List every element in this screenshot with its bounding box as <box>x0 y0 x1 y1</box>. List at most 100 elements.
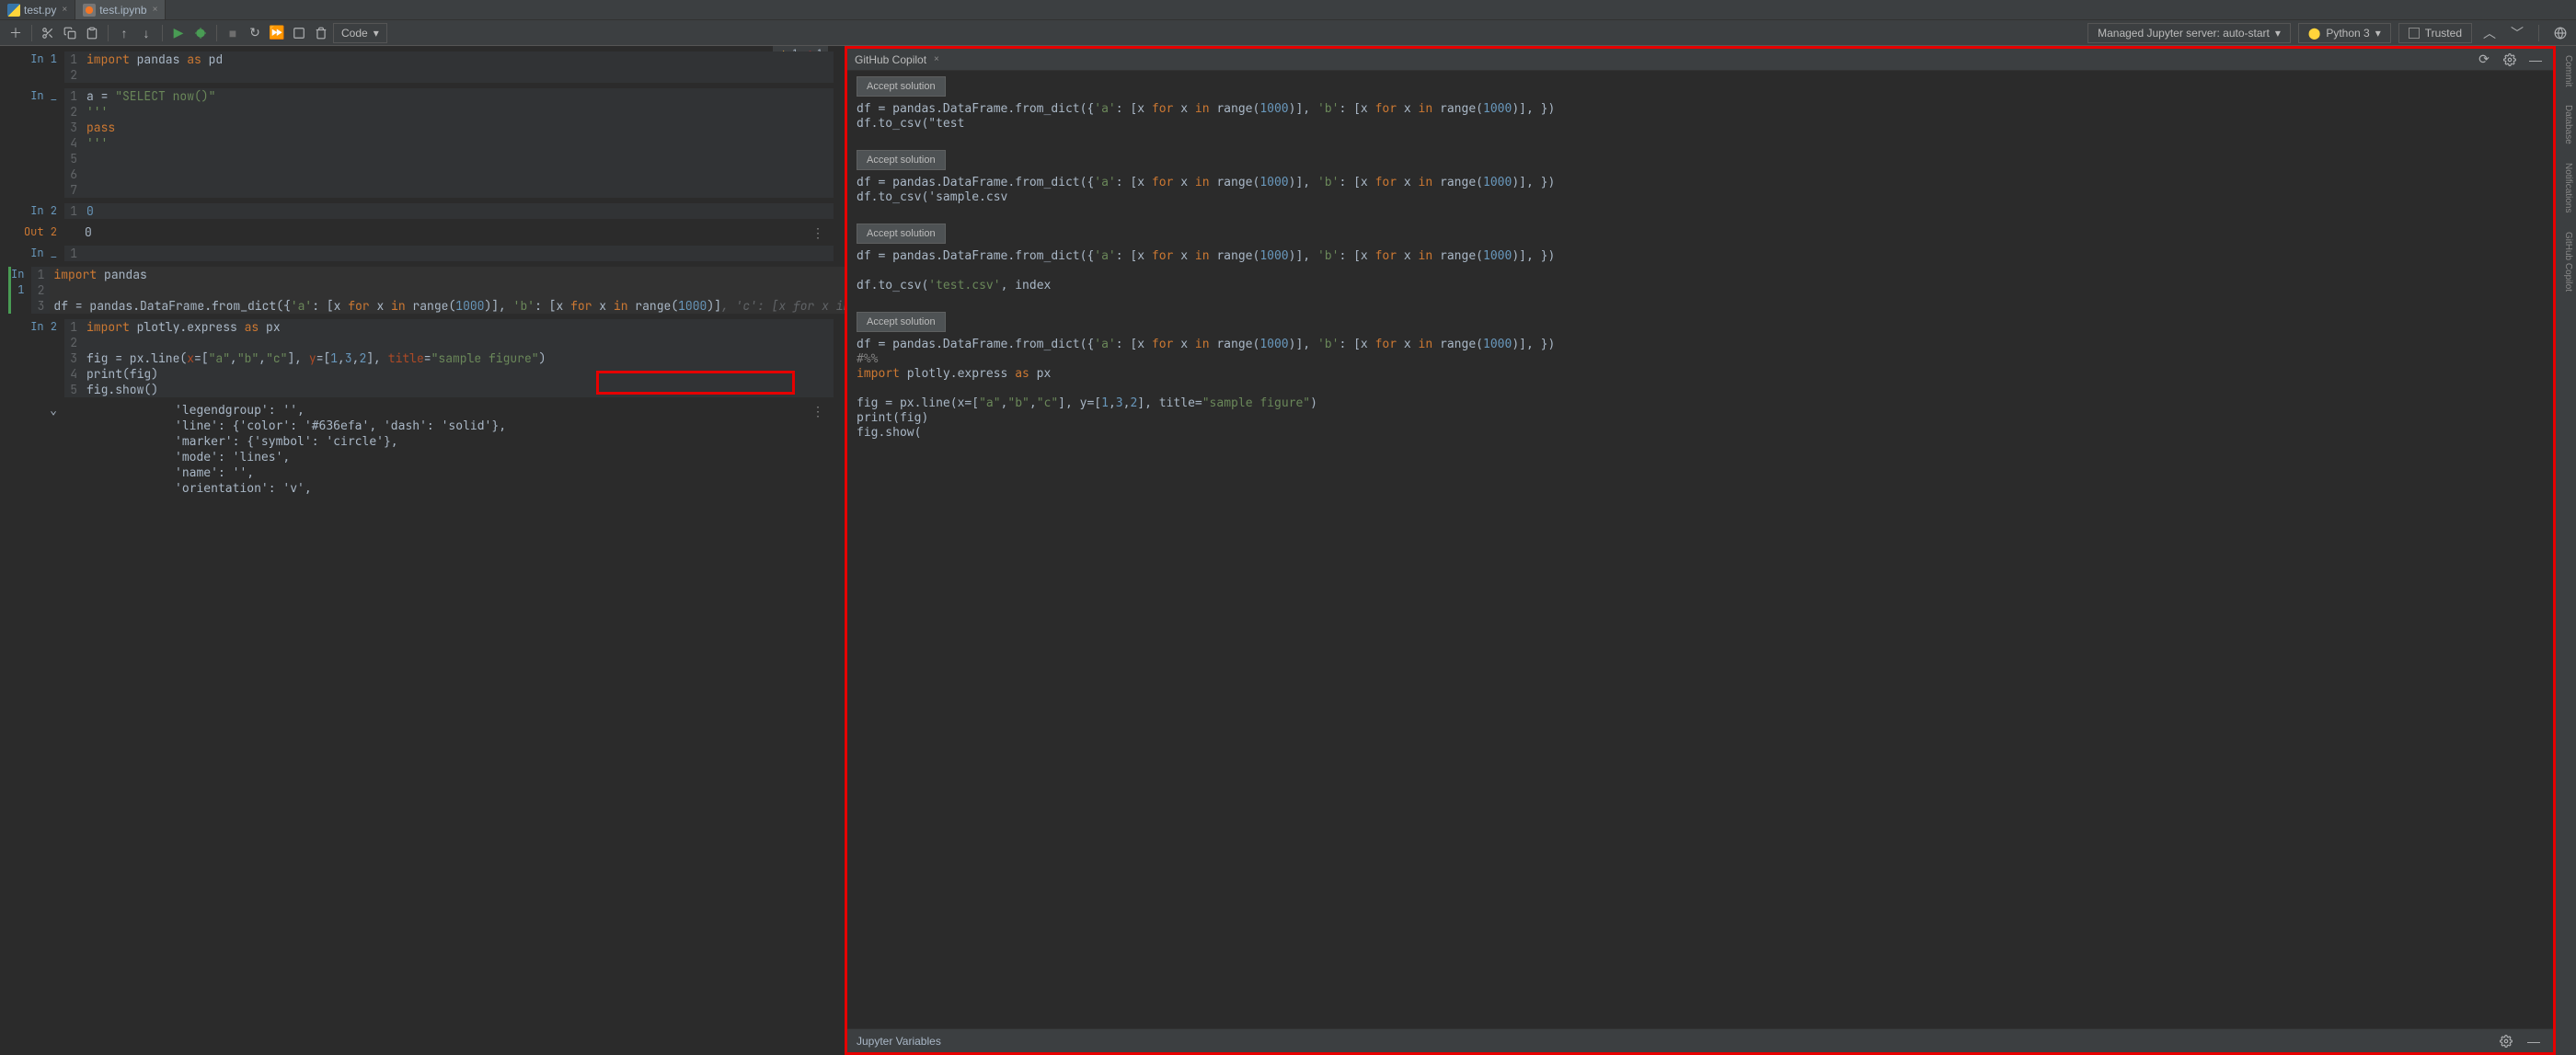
code-line[interactable]: pass <box>83 120 834 135</box>
line-number: 6 <box>64 166 83 182</box>
trusted-toggle[interactable]: Trusted <box>2398 23 2472 43</box>
copilot-solutions: Accept solution df = pandas.DataFrame.fro… <box>847 71 2553 1028</box>
cell-body[interactable]: 1 <box>64 246 834 261</box>
cell-type-dropdown[interactable]: Code ▾ <box>333 23 387 43</box>
more-actions-button[interactable]: ⋮ <box>811 226 824 242</box>
gear-icon[interactable] <box>2496 1031 2516 1051</box>
code-line[interactable]: import plotly.express as px <box>83 319 834 335</box>
tab-test-py[interactable]: test.py × <box>0 0 75 19</box>
editor-tabs: test.py × test.ipynb × <box>0 0 2576 20</box>
accept-solution-button[interactable]: Accept solution <box>857 150 946 170</box>
line-number: 3 <box>31 298 50 314</box>
cell-body[interactable]: 1import pandas as pd2 <box>64 52 834 83</box>
output-text: 0 <box>64 224 834 240</box>
code-cell[interactable]: In 11import pandas23df = pandas.DataFram… <box>8 267 834 314</box>
code-line[interactable] <box>83 246 834 261</box>
code-line[interactable]: print(fig) <box>83 366 834 382</box>
copilot-panel: GitHub Copilot × ⟳ — Accept solution df =… <box>845 46 2556 1055</box>
move-up-button[interactable]: ↑ <box>114 23 134 43</box>
accept-solution-button[interactable]: Accept solution <box>857 76 946 97</box>
move-down-button[interactable]: ↓ <box>136 23 156 43</box>
close-icon[interactable]: × <box>153 5 158 15</box>
variables-button[interactable] <box>289 23 309 43</box>
code-line[interactable]: ''' <box>83 104 834 120</box>
checkbox-icon <box>2409 28 2420 39</box>
sidebar-tab-notifications[interactable]: Notifications <box>2556 154 2576 222</box>
tab-test-ipynb[interactable]: test.ipynb × <box>75 0 166 19</box>
code-line[interactable]: fig = px.line(x=["a","b","c"], y=[1,3,2]… <box>83 350 834 366</box>
notebook-toolbar: ＋ ↑ ↓ ▶ ■ ↻ ⏩ Code ▾ Managed Jupyter ser… <box>0 20 2576 46</box>
expand-down-button[interactable]: ﹀ <box>2507 23 2527 43</box>
browser-button[interactable] <box>2550 23 2570 43</box>
cut-button[interactable] <box>38 23 58 43</box>
code-line[interactable] <box>83 67 834 83</box>
debug-cell-button[interactable] <box>190 23 211 43</box>
sidebar-tab-commit[interactable]: Commit <box>2556 46 2576 96</box>
code-line[interactable]: df = pandas.DataFrame.from_dict({'a': [x… <box>50 298 845 314</box>
code-cell[interactable]: In 210 <box>11 203 834 219</box>
refresh-button[interactable]: ⟳ <box>2474 50 2494 70</box>
code-cell[interactable]: In 11import pandas as pd2 <box>11 52 834 83</box>
python-icon: ⬤ <box>2308 27 2320 40</box>
stop-button[interactable]: ■ <box>223 23 243 43</box>
accept-solution-button[interactable]: Accept solution <box>857 312 946 332</box>
cell-body[interactable]: 1import plotly.express as px23fig = px.l… <box>64 319 834 397</box>
code-cell[interactable]: In _1 <box>11 246 834 261</box>
sidebar-tab-copilot[interactable]: GitHub Copilot <box>2556 223 2576 301</box>
minimize-button[interactable]: — <box>2525 50 2546 70</box>
gear-icon[interactable] <box>2500 50 2520 70</box>
separator <box>162 25 163 41</box>
cell-prompt: In _ <box>11 88 64 198</box>
minimize-button[interactable]: — <box>2524 1031 2544 1051</box>
copy-button[interactable] <box>60 23 80 43</box>
jupyter-server-selector[interactable]: Managed Jupyter server: auto-start ▾ <box>2087 23 2291 43</box>
code-line[interactable]: import pandas as pd <box>83 52 834 67</box>
code-line[interactable] <box>83 151 834 166</box>
line-number: 2 <box>64 67 83 83</box>
line-number: 2 <box>31 282 50 298</box>
line-number: 1 <box>64 52 83 67</box>
close-icon[interactable]: × <box>62 5 67 15</box>
code-line[interactable]: 0 <box>83 203 834 219</box>
line-number: 1 <box>64 246 83 261</box>
cell-body[interactable]: 1a = "SELECT now()"2'''3pass4'''567 <box>64 88 834 198</box>
run-cell-button[interactable]: ▶ <box>168 23 189 43</box>
python-icon <box>7 4 20 17</box>
jupyter-icon <box>83 4 96 17</box>
code-line[interactable]: a = "SELECT now()" <box>83 88 834 104</box>
collapse-output-button[interactable]: ⌄ <box>11 403 64 497</box>
add-cell-button[interactable]: ＋ <box>6 23 26 43</box>
cell-body[interactable]: 1import pandas23df = pandas.DataFrame.fr… <box>31 267 845 314</box>
code-cell[interactable]: In 21import plotly.express as px23fig = … <box>11 319 834 397</box>
more-actions-button[interactable]: ⋮ <box>811 405 824 420</box>
line-number: 1 <box>31 267 50 282</box>
copilot-solution: Accept solution df = pandas.DataFrame.fro… <box>851 222 2549 293</box>
paste-button[interactable] <box>82 23 102 43</box>
server-label: Managed Jupyter server: auto-start <box>2098 27 2270 40</box>
code-line[interactable] <box>83 166 834 182</box>
interpreter-selector[interactable]: ⬤ Python 3 ▾ <box>2298 23 2391 43</box>
output-cell: Out 20⋮ <box>11 224 834 240</box>
code-line[interactable] <box>50 282 845 298</box>
jupyter-variables-header[interactable]: Jupyter Variables — <box>847 1028 2553 1052</box>
separator <box>31 25 32 41</box>
restart-button[interactable]: ↻ <box>245 23 265 43</box>
delete-button[interactable] <box>311 23 331 43</box>
code-line[interactable] <box>83 335 834 350</box>
cell-body[interactable]: 10 <box>64 203 834 219</box>
code-line[interactable]: import pandas <box>50 267 845 282</box>
sidebar-tab-database[interactable]: Database <box>2556 96 2576 154</box>
solution-code: df = pandas.DataFrame.from_dict({'a': [x… <box>851 249 2549 293</box>
close-icon[interactable]: × <box>934 54 939 64</box>
code-line[interactable] <box>83 182 834 198</box>
notebook-editor[interactable]: ▲ 1 ● 1 In 11import pandas as pd2In _1a … <box>0 46 845 1055</box>
expand-up-button[interactable]: ︿ <box>2479 23 2500 43</box>
accept-solution-button[interactable]: Accept solution <box>857 224 946 244</box>
copilot-solution: Accept solutiondf = pandas.DataFrame.fro… <box>851 310 2549 441</box>
run-all-button[interactable]: ⏩ <box>267 23 287 43</box>
line-number: 5 <box>64 382 83 397</box>
code-line[interactable]: fig.show() <box>83 382 834 397</box>
copilot-header: GitHub Copilot × ⟳ — <box>847 49 2553 71</box>
code-cell[interactable]: In _1a = "SELECT now()"2'''3pass4'''567 <box>11 88 834 198</box>
code-line[interactable]: ''' <box>83 135 834 151</box>
